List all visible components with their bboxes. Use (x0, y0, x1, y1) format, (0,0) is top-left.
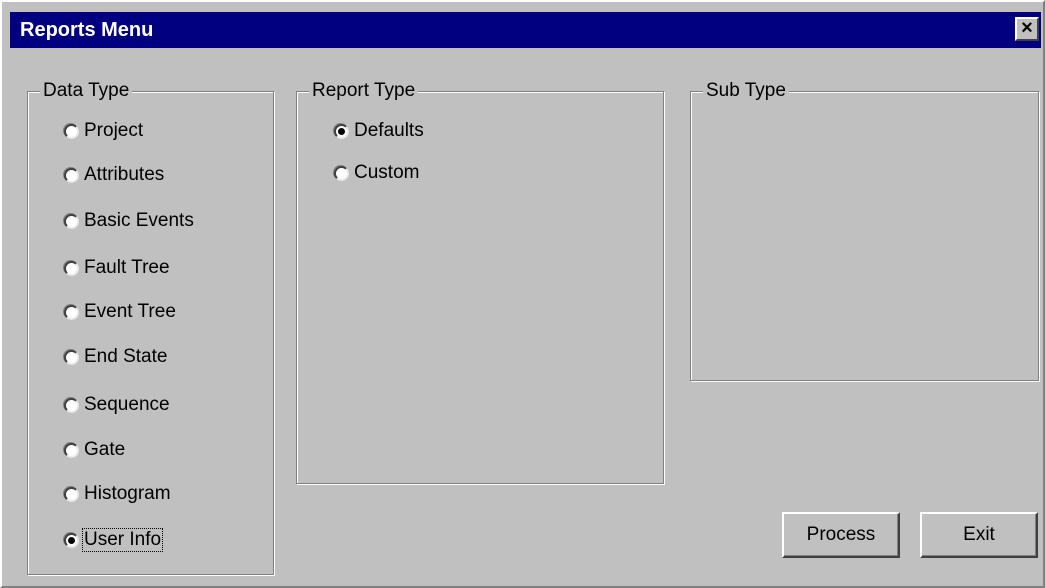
radio-button-icon (64, 123, 79, 139)
data-type-group: Data Type Project Attributes Basic Event… (27, 80, 274, 575)
radio-label: User Info (81, 528, 164, 552)
radio-user-info[interactable]: User Info (64, 528, 164, 552)
radio-label: Basic Events (84, 210, 194, 231)
radio-basic-events[interactable]: Basic Events (64, 210, 195, 232)
close-icon[interactable]: × (1015, 17, 1039, 41)
radio-button-icon (334, 123, 349, 139)
radio-button-icon (64, 532, 79, 548)
radio-defaults[interactable]: Defaults (334, 120, 425, 142)
title-bar[interactable]: Reports Menu × (10, 12, 1041, 48)
radio-button-icon (64, 442, 79, 458)
radio-label: Attributes (84, 164, 165, 185)
radio-button-icon (64, 304, 79, 320)
window-title: Reports Menu (20, 19, 154, 41)
data-type-group-label: Data Type (40, 80, 133, 102)
sub-type-group-label: Sub Type (703, 80, 789, 102)
report-type-group-label: Report Type (309, 80, 419, 102)
process-button[interactable]: Process (782, 512, 900, 558)
radio-custom[interactable]: Custom (334, 162, 420, 184)
radio-button-icon (64, 213, 79, 229)
reports-menu-window: Reports Menu × Data Type Project Attribu… (0, 0, 1045, 588)
radio-sequence[interactable]: Sequence (64, 394, 171, 416)
radio-fault-tree[interactable]: Fault Tree (64, 257, 171, 279)
radio-label: Event Tree (84, 301, 176, 322)
radio-button-icon (64, 397, 79, 413)
radio-histogram[interactable]: Histogram (64, 483, 172, 505)
radio-label: End State (84, 346, 168, 367)
radio-attributes[interactable]: Attributes (64, 164, 165, 186)
radio-gate[interactable]: Gate (64, 439, 126, 461)
radio-label: Project (84, 120, 144, 141)
exit-button[interactable]: Exit (920, 512, 1038, 558)
radio-button-icon (64, 167, 79, 183)
radio-event-tree[interactable]: Event Tree (64, 301, 177, 323)
radio-label: Custom (354, 162, 420, 183)
radio-button-icon (64, 349, 79, 365)
radio-button-icon (64, 486, 79, 502)
radio-end-state[interactable]: End State (64, 346, 168, 368)
radio-label: Defaults (354, 120, 424, 141)
report-type-group: Report Type Defaults Custom (296, 80, 664, 484)
radio-label: Histogram (84, 483, 171, 504)
radio-project[interactable]: Project (64, 120, 144, 142)
radio-label: Fault Tree (84, 257, 170, 278)
radio-label: Sequence (84, 394, 170, 415)
sub-type-group: Sub Type (690, 80, 1039, 381)
radio-button-icon (334, 165, 349, 181)
radio-label: Gate (84, 439, 126, 460)
radio-button-icon (64, 260, 79, 276)
